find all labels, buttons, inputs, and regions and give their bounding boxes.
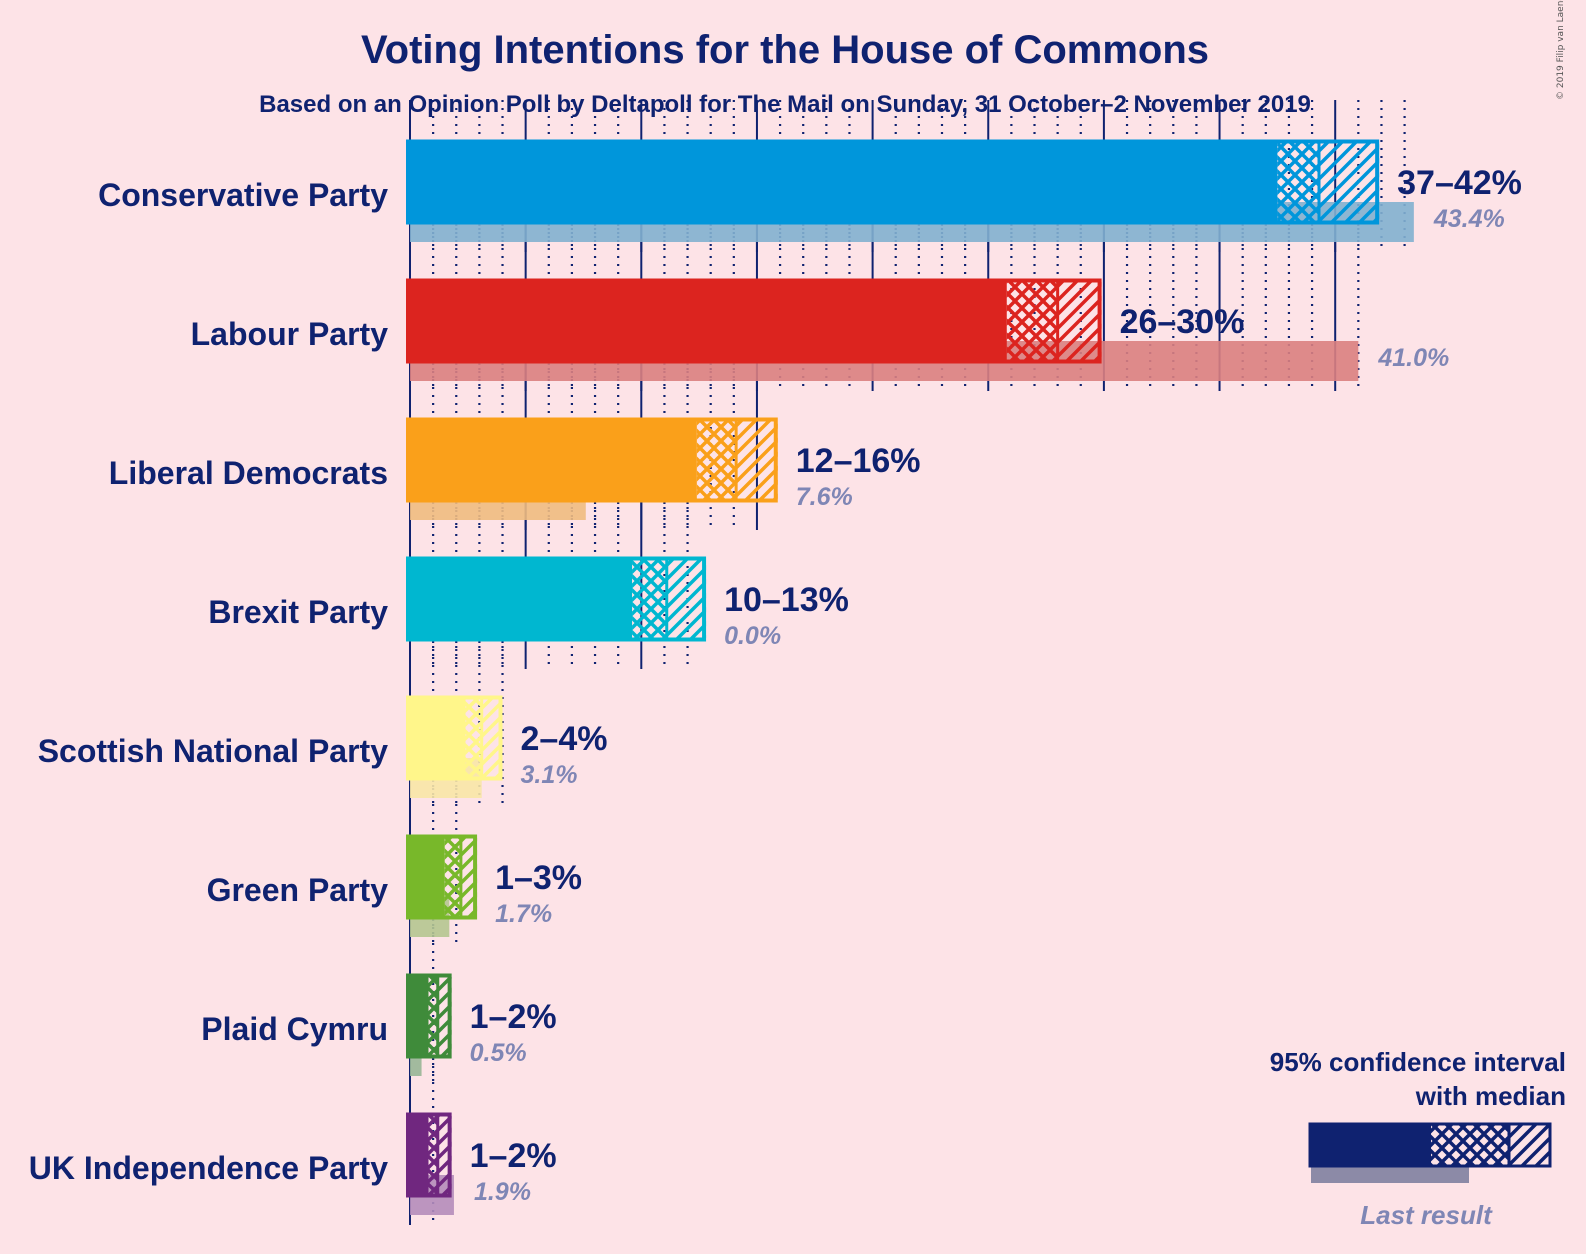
ci-upper-hatch — [736, 421, 778, 499]
legend-last-result-bar — [1311, 1165, 1469, 1183]
last-result-label: 1.7% — [495, 900, 552, 928]
party-label: Liberal Democrats — [109, 455, 388, 491]
ci-upper-hatch — [666, 560, 707, 638]
legend-last-result-label: Last result — [1360, 1200, 1493, 1230]
ci-upper-hatch — [1057, 282, 1102, 360]
ci-solid-bar — [407, 835, 445, 919]
ci-lower-hatch — [1277, 143, 1320, 221]
chart: Voting Intentions for the House of Commo… — [29, 0, 1566, 1230]
legend-title-line1: 95% confidence interval — [1270, 1047, 1566, 1077]
gridlines — [409, 100, 1406, 1225]
party-label: Brexit Party — [208, 594, 388, 630]
party-label: Conservative Party — [98, 177, 388, 213]
ci-lower-hatch — [696, 421, 737, 499]
bar-row: Scottish National Party 2–4% 3.1% — [38, 695, 608, 798]
ci-lower-hatch — [444, 838, 461, 916]
bar-row: Brexit Party 10–13% 0.0% — [208, 556, 849, 650]
bar-row: Liberal Democrats 12–16% 7.6% — [109, 417, 921, 520]
ci-solid-bar — [407, 696, 466, 780]
range-label: 12–16% — [796, 442, 921, 480]
party-label: Plaid Cymru — [201, 1011, 388, 1047]
ci-solid-bar — [407, 140, 1278, 224]
range-label: 37–42% — [1397, 164, 1522, 202]
range-label: 10–13% — [724, 581, 849, 619]
party-label: Scottish National Party — [38, 733, 389, 769]
bar-row: UK Independence Party 1–2% 1.9% — [29, 1112, 557, 1215]
last-result-label: 0.0% — [724, 622, 781, 650]
ci-solid-bar — [407, 974, 429, 1058]
last-result-label: 1.9% — [474, 1178, 531, 1206]
bar-row: Labour Party 26–30% 41.0% — [191, 278, 1449, 381]
legend-title-line2: with median — [1415, 1081, 1566, 1111]
ci-solid-bar — [407, 418, 697, 502]
range-label: 1–3% — [495, 859, 582, 897]
chart-title: Voting Intentions for the House of Commo… — [361, 28, 1209, 72]
party-label: Green Party — [207, 872, 389, 908]
ci-upper-hatch — [1319, 143, 1380, 221]
ci-solid-bar — [407, 1113, 429, 1197]
last-result-label: 41.0% — [1377, 344, 1449, 372]
bar-row: Conservative Party 37–42% 43.4% — [98, 139, 1522, 242]
bar-row: Plaid Cymru 1–2% 0.5% — [201, 973, 557, 1076]
ci-lower-hatch — [465, 699, 482, 777]
range-label: 1–2% — [470, 998, 557, 1036]
range-label: 26–30% — [1120, 303, 1245, 341]
last-result-label: 7.6% — [796, 483, 853, 511]
legend-crosshatch — [1431, 1125, 1509, 1165]
ci-lower-hatch — [632, 560, 667, 638]
bar-row: Green Party 1–3% 1.7% — [207, 834, 582, 937]
last-result-label: 43.4% — [1433, 205, 1505, 233]
legend-diagonal-hatch — [1509, 1125, 1549, 1165]
range-label: 1–2% — [470, 1137, 557, 1175]
ci-solid-bar — [407, 557, 633, 641]
ci-lower-hatch — [1006, 282, 1058, 360]
ci-solid-bar — [407, 279, 1007, 363]
copyright: © 2019 Filip van Laenen — [1556, 0, 1566, 100]
party-label: UK Independence Party — [29, 1150, 388, 1186]
range-label: 2–4% — [521, 720, 608, 758]
last-result-label: 3.1% — [521, 761, 578, 789]
legend-solid-bar — [1309, 1123, 1431, 1167]
chart-subtitle: Based on an Opinion Poll by Deltapoll fo… — [259, 91, 1311, 118]
party-label: Labour Party — [191, 316, 389, 352]
legend: 95% confidence interval with median Last… — [1270, 1047, 1566, 1230]
last-result-label: 0.5% — [470, 1039, 527, 1067]
